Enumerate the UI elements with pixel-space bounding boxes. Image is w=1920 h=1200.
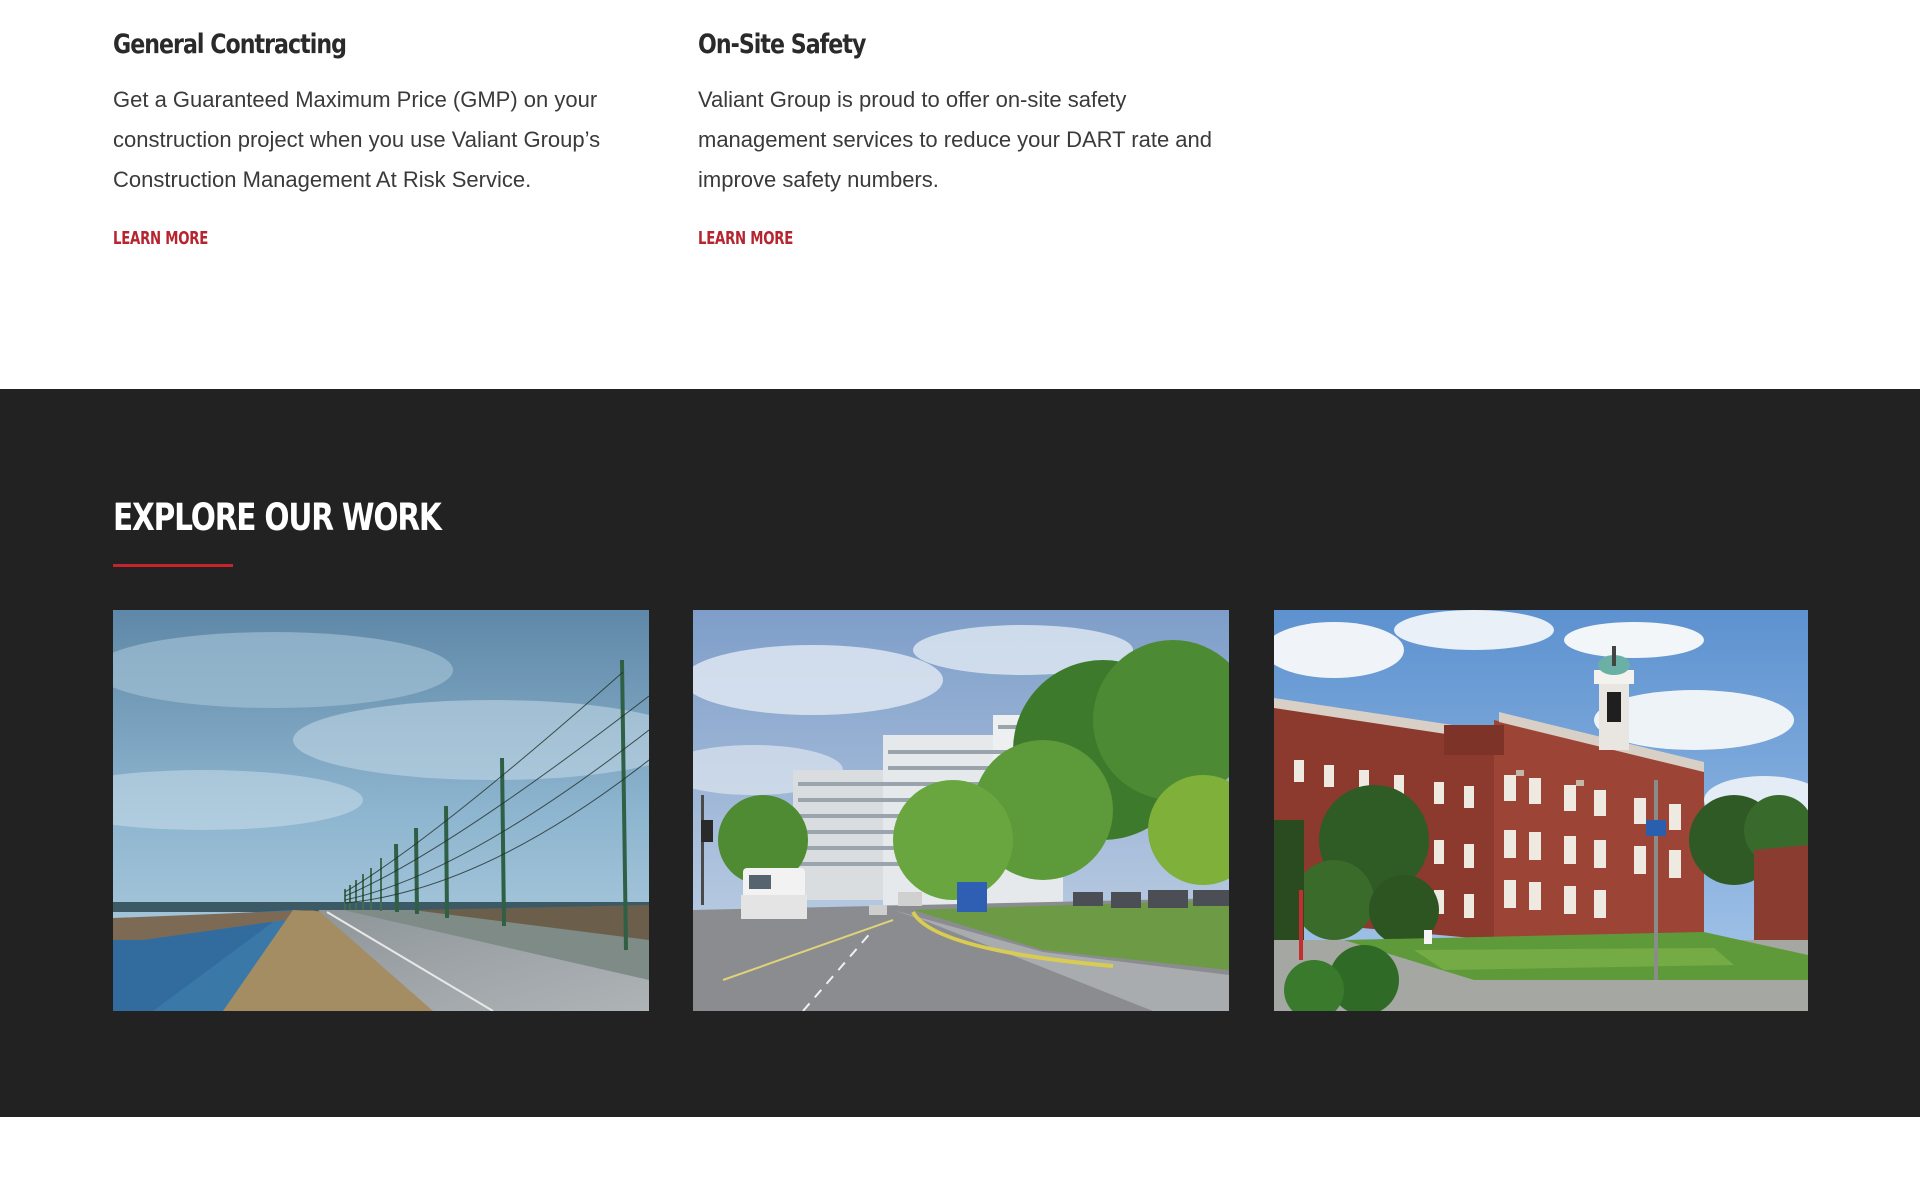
project-card-brick-building[interactable] [1274,610,1808,1011]
service-description: Valiant Group is proud to offer on-site … [698,87,1213,192]
service-on-site-safety: On-Site Safety Valiant Group is proud to… [698,26,1218,249]
service-title: On-Site Safety [698,29,866,60]
brick-building-cupola-photo [1274,610,1808,1011]
learn-more-link[interactable]: LEARN MORE [698,228,793,249]
section-heading: EXPLORE OUR WORK [113,496,442,539]
explore-work-section: EXPLORE OUR WORK [0,389,1920,1117]
heading-underline [113,564,233,567]
project-card-hospital-campus[interactable] [693,610,1229,1011]
service-general-contracting: General Contracting Get a Guaranteed Max… [113,26,633,249]
service-title: General Contracting [113,29,347,60]
services-section: General Contracting Get a Guaranteed Max… [0,0,1920,389]
page-bottom-spacer [0,1117,1920,1200]
hospital-campus-street-photo [693,610,1229,1011]
project-card-coastal-road[interactable] [113,610,649,1011]
learn-more-link[interactable]: LEARN MORE [113,228,208,249]
service-description: Get a Guaranteed Maximum Price (GMP) on … [113,87,601,192]
coastal-road-power-lines-photo [113,610,649,1011]
